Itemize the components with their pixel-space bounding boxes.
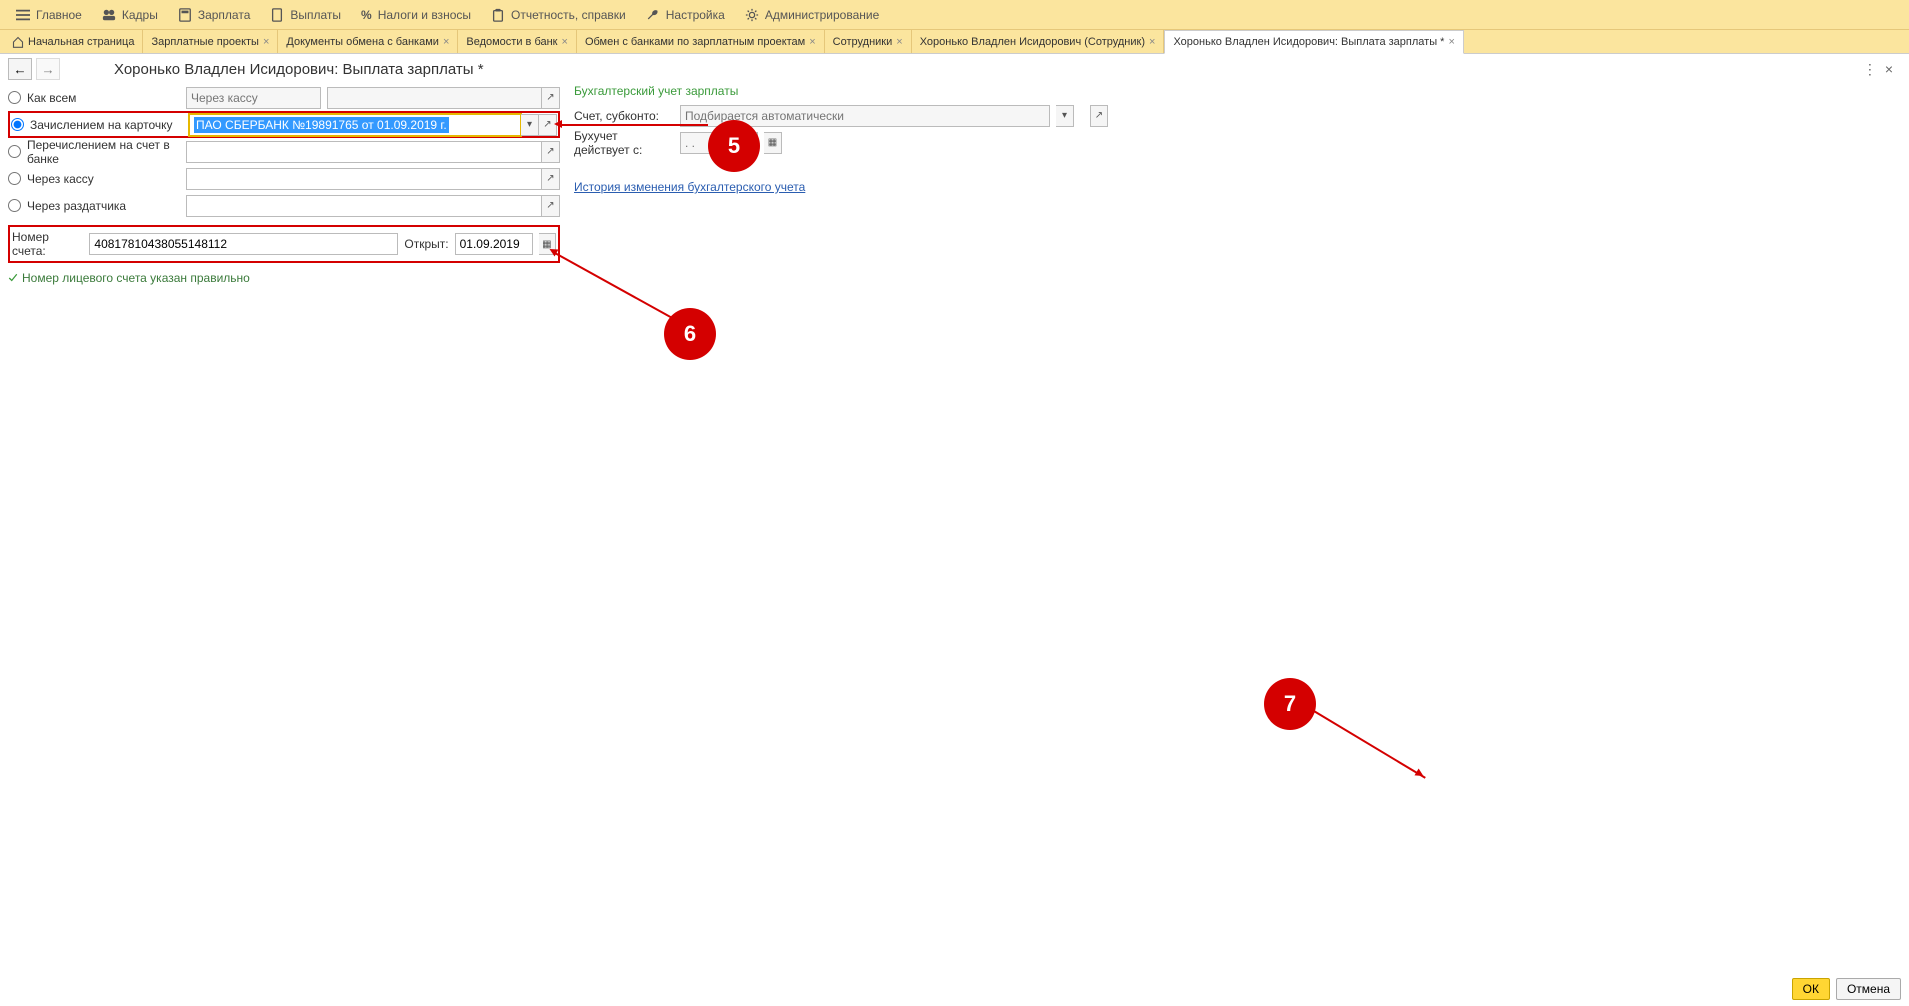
open-icon[interactable]: ↗ — [542, 141, 560, 163]
calendar-icon[interactable]: ▦ — [764, 132, 782, 154]
open-icon[interactable]: ↗ — [1090, 105, 1108, 127]
footer-buttons: ОК Отмена — [1792, 978, 1901, 1000]
close-icon[interactable]: × — [896, 36, 902, 48]
menu-main[interactable]: Главное — [6, 0, 92, 29]
kak-vsem-input2 — [327, 87, 542, 109]
bank-account-input[interactable] — [186, 141, 542, 163]
check-icon — [8, 273, 18, 283]
menu-admin[interactable]: Администрирование — [735, 0, 889, 29]
form-body: Как всем ↗ Зачислением на карточку ПАО С… — [0, 84, 1909, 285]
ok-button[interactable]: ОК — [1792, 978, 1830, 1000]
radio-bank-account[interactable]: Перечислением на счет в банке — [8, 138, 180, 166]
page-title: Хоронько Владлен Исидорович: Выплата зар… — [114, 61, 484, 78]
menu-zarplata[interactable]: Зарплата — [168, 0, 261, 29]
menu-icon — [16, 8, 30, 22]
menu-nastroika[interactable]: Настройка — [636, 0, 735, 29]
close-icon[interactable]: × — [443, 36, 449, 48]
annotation-6: 6 — [664, 308, 716, 360]
top-menu-bar: Главное Кадры Зарплата Выплаты %Налоги и… — [0, 0, 1909, 30]
tab-vyplata[interactable]: Хоронько Владлен Исидорович: Выплата зар… — [1164, 30, 1463, 54]
razdatchik-input[interactable] — [186, 195, 542, 217]
tab-sotrud[interactable]: Сотрудники× — [825, 30, 912, 53]
forward-button[interactable]: → — [36, 58, 60, 80]
open-icon[interactable]: ↗ — [542, 168, 560, 190]
arrow-7 — [1314, 710, 1426, 778]
close-icon[interactable]: × — [263, 36, 269, 48]
annotation-5: 5 — [708, 120, 760, 172]
close-form-icon[interactable]: × — [1885, 61, 1893, 77]
open-label: Открыт: — [404, 237, 448, 251]
close-icon[interactable]: × — [809, 36, 815, 48]
tab-vedom[interactable]: Ведомости в банк× — [458, 30, 577, 53]
tab-docs[interactable]: Документы обмена с банками× — [278, 30, 458, 53]
tabs-bar: Начальная страница Зарплатные проекты× Д… — [0, 30, 1909, 54]
wrench-icon — [646, 8, 660, 22]
annotation-7: 7 — [1264, 678, 1316, 730]
account-subconto-label: Счет, субконто: — [574, 109, 674, 123]
clip-icon — [491, 8, 505, 22]
accounting-section-title: Бухгалтерский учет зарплаты — [574, 84, 1901, 98]
kak-vsem-input — [186, 87, 321, 109]
gear-icon — [745, 8, 759, 22]
close-icon[interactable]: × — [1149, 36, 1155, 48]
close-icon[interactable]: × — [1448, 36, 1454, 48]
open-date-input[interactable] — [455, 233, 533, 255]
arrow-5 — [560, 124, 708, 126]
card-bank-input[interactable]: ПАО СБЕРБАНК №19891765 от 01.09.2019 г. — [189, 114, 521, 136]
dropdown-icon[interactable]: ▾ — [1056, 105, 1074, 127]
back-button[interactable]: ← — [8, 58, 32, 80]
radio-razdatchik[interactable]: Через раздатчика — [8, 199, 180, 213]
account-number-input[interactable] — [89, 233, 398, 255]
dropdown-icon[interactable]: ▾ — [521, 114, 539, 136]
tab-employee[interactable]: Хоронько Владлен Исидорович (Сотрудник)× — [912, 30, 1165, 53]
tab-home[interactable]: Начальная страница — [4, 30, 143, 53]
menu-otchet[interactable]: Отчетность, справки — [481, 0, 636, 29]
home-icon — [12, 36, 24, 48]
close-icon[interactable]: × — [562, 36, 568, 48]
kassa-input[interactable] — [186, 168, 542, 190]
calc-icon — [178, 8, 192, 22]
validation-message: Номер лицевого счета указан правильно — [8, 271, 560, 285]
menu-kadry[interactable]: Кадры — [92, 0, 168, 29]
open-icon[interactable]: ↗ — [542, 195, 560, 217]
doc-icon — [270, 8, 284, 22]
buhuchet-date-label: Бухучет действует с: — [574, 129, 674, 157]
radio-kassa[interactable]: Через кассу — [8, 172, 180, 186]
menu-vyplaty[interactable]: Выплаты — [260, 0, 351, 29]
tab-obmen[interactable]: Обмен с банками по зарплатным проектам× — [577, 30, 825, 53]
arrow-head-5 — [554, 120, 562, 128]
history-link[interactable]: История изменения бухгалтерского учета — [574, 180, 805, 194]
open-icon[interactable]: ↗ — [542, 87, 560, 109]
radio-card[interactable]: Зачислением на карточку — [11, 118, 183, 132]
radio-kak-vsem[interactable]: Как всем — [8, 91, 180, 105]
account-label: Номер счета: — [12, 230, 83, 258]
more-icon[interactable]: ⋮ — [1863, 61, 1877, 78]
form-header: ← → Хоронько Владлен Исидорович: Выплата… — [0, 54, 1909, 84]
menu-nalogi[interactable]: %Налоги и взносы — [351, 0, 481, 29]
percent-icon: % — [361, 8, 372, 22]
tab-zarproj[interactable]: Зарплатные проекты× — [143, 30, 278, 53]
cancel-button[interactable]: Отмена — [1836, 978, 1901, 1000]
people-icon — [102, 8, 116, 22]
